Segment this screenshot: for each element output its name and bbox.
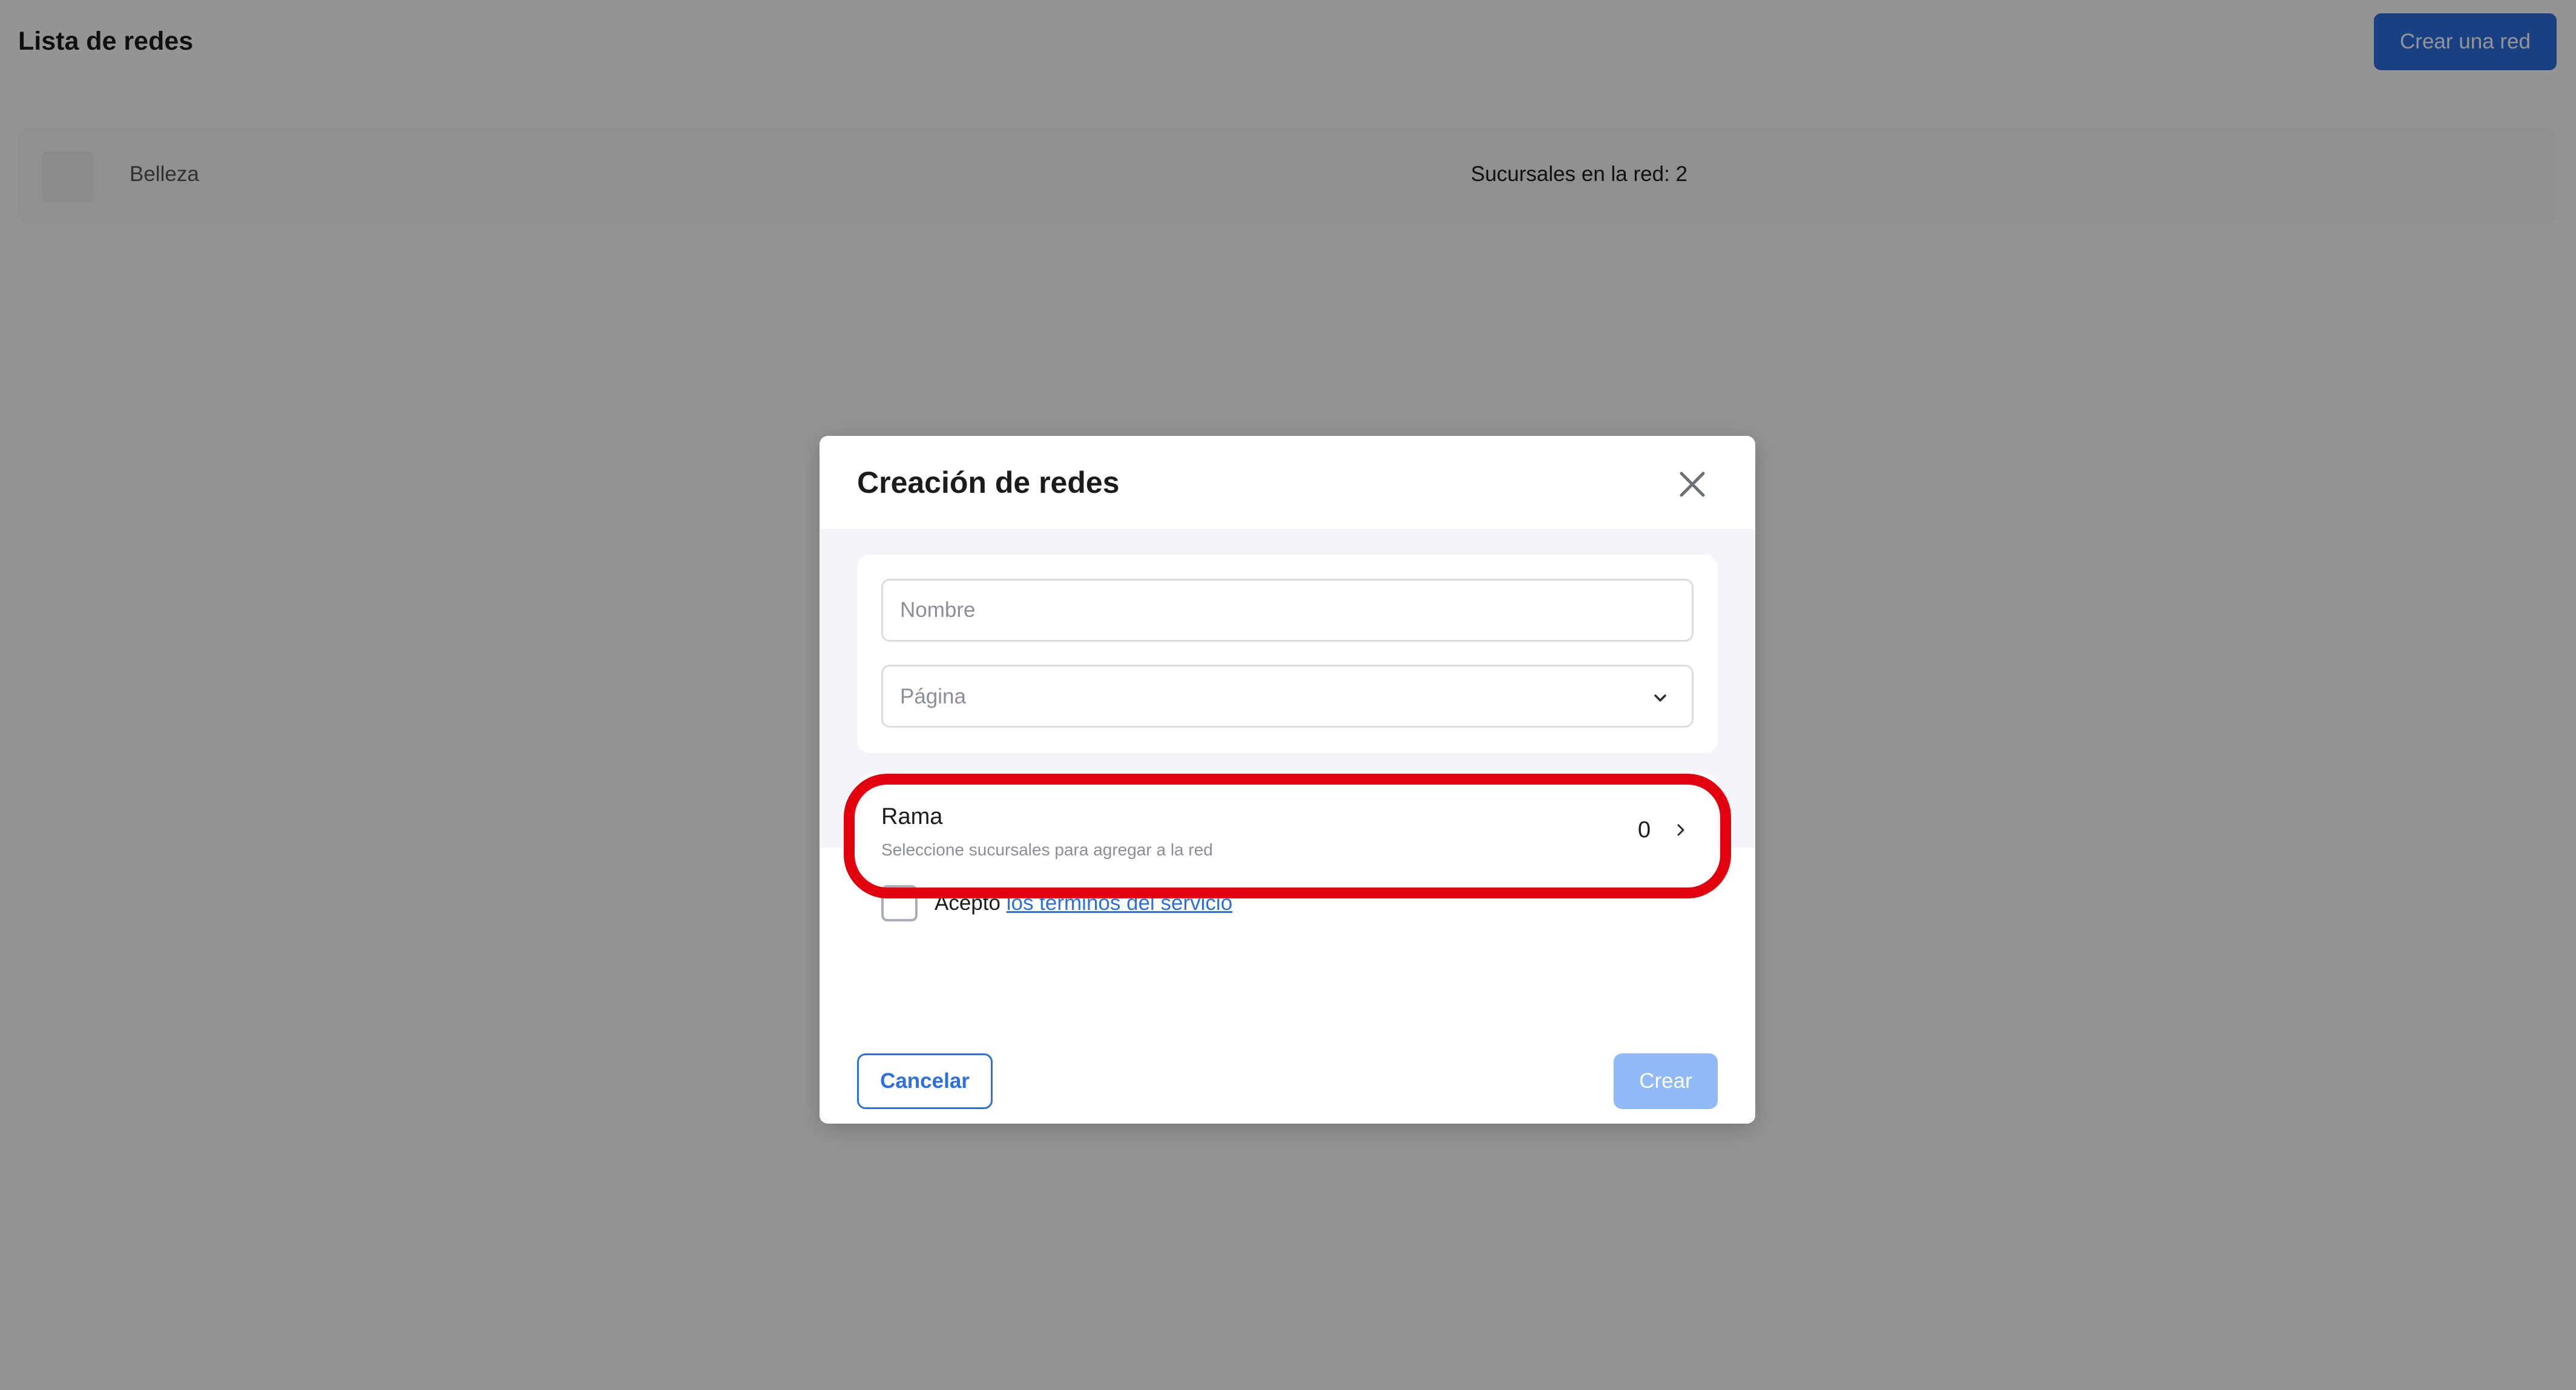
page-select[interactable]: Página — [881, 665, 1694, 728]
page-select-placeholder: Página — [900, 685, 966, 708]
network-name-input[interactable] — [881, 579, 1694, 642]
create-button[interactable]: Crear — [1614, 1053, 1718, 1109]
cancel-button[interactable]: Cancelar — [857, 1053, 993, 1109]
modal-footer: Cancelar Crear — [820, 1044, 1755, 1124]
highlight-annotation — [844, 774, 1731, 898]
chevron-down-icon — [1654, 694, 1666, 702]
create-network-modal: Creación de redes Página Rama Seleccione… — [820, 436, 1755, 1124]
close-icon[interactable] — [1675, 467, 1709, 501]
modal-header: Creación de redes — [820, 436, 1755, 529]
modal-title: Creación de redes — [857, 466, 1120, 499]
network-form-card: Página — [857, 555, 1718, 753]
